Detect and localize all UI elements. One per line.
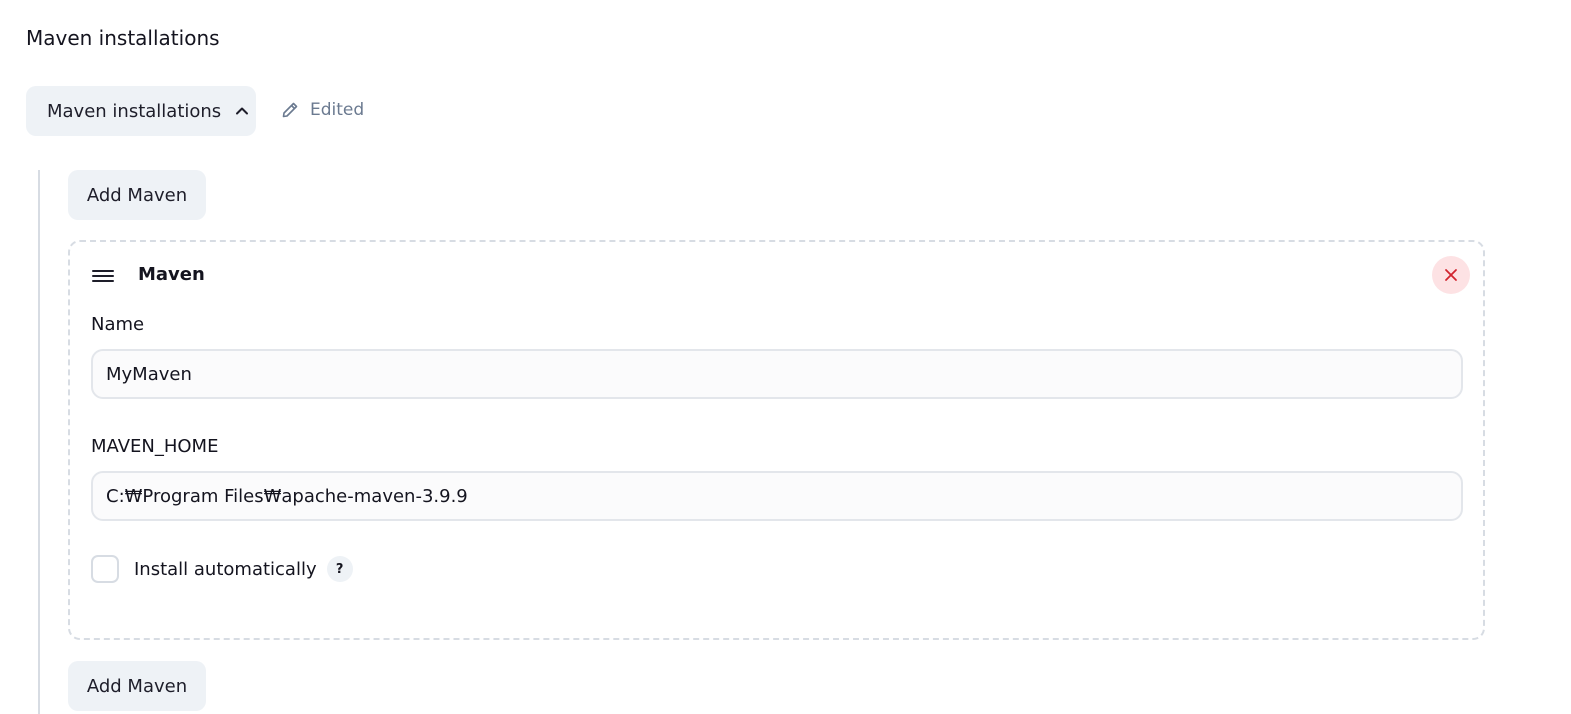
add-maven-button-top[interactable]: Add Maven [68,170,206,220]
toggle-label: Maven installations [47,100,222,122]
add-maven-button-bottom[interactable]: Add Maven [68,661,206,711]
edited-status: Edited [280,100,364,120]
pencil-icon [280,100,300,120]
maven-home-field[interactable] [91,471,1463,521]
install-automatically-row: Install automatically ? [91,555,353,583]
install-automatically-checkbox[interactable] [91,555,119,583]
section-title: Maven installations [26,26,220,50]
close-icon [1444,268,1458,282]
name-field[interactable] [91,349,1463,399]
help-button[interactable]: ? [326,556,353,582]
delete-installation-button[interactable] [1432,256,1470,294]
chevron-up-icon [233,102,251,120]
maven-home-label: MAVEN_HOME [91,436,219,457]
drag-handle-icon[interactable] [92,266,114,288]
nesting-divider [38,170,40,714]
maven-installations-toggle-button[interactable]: Maven installations [26,86,256,136]
card-title: Maven [138,264,205,285]
install-automatically-label[interactable]: Install automatically [134,559,317,580]
maven-installation-card: Maven Name MAVEN_HOME Install automatica… [68,240,1485,640]
name-label: Name [91,314,145,335]
edited-label: Edited [310,100,365,120]
